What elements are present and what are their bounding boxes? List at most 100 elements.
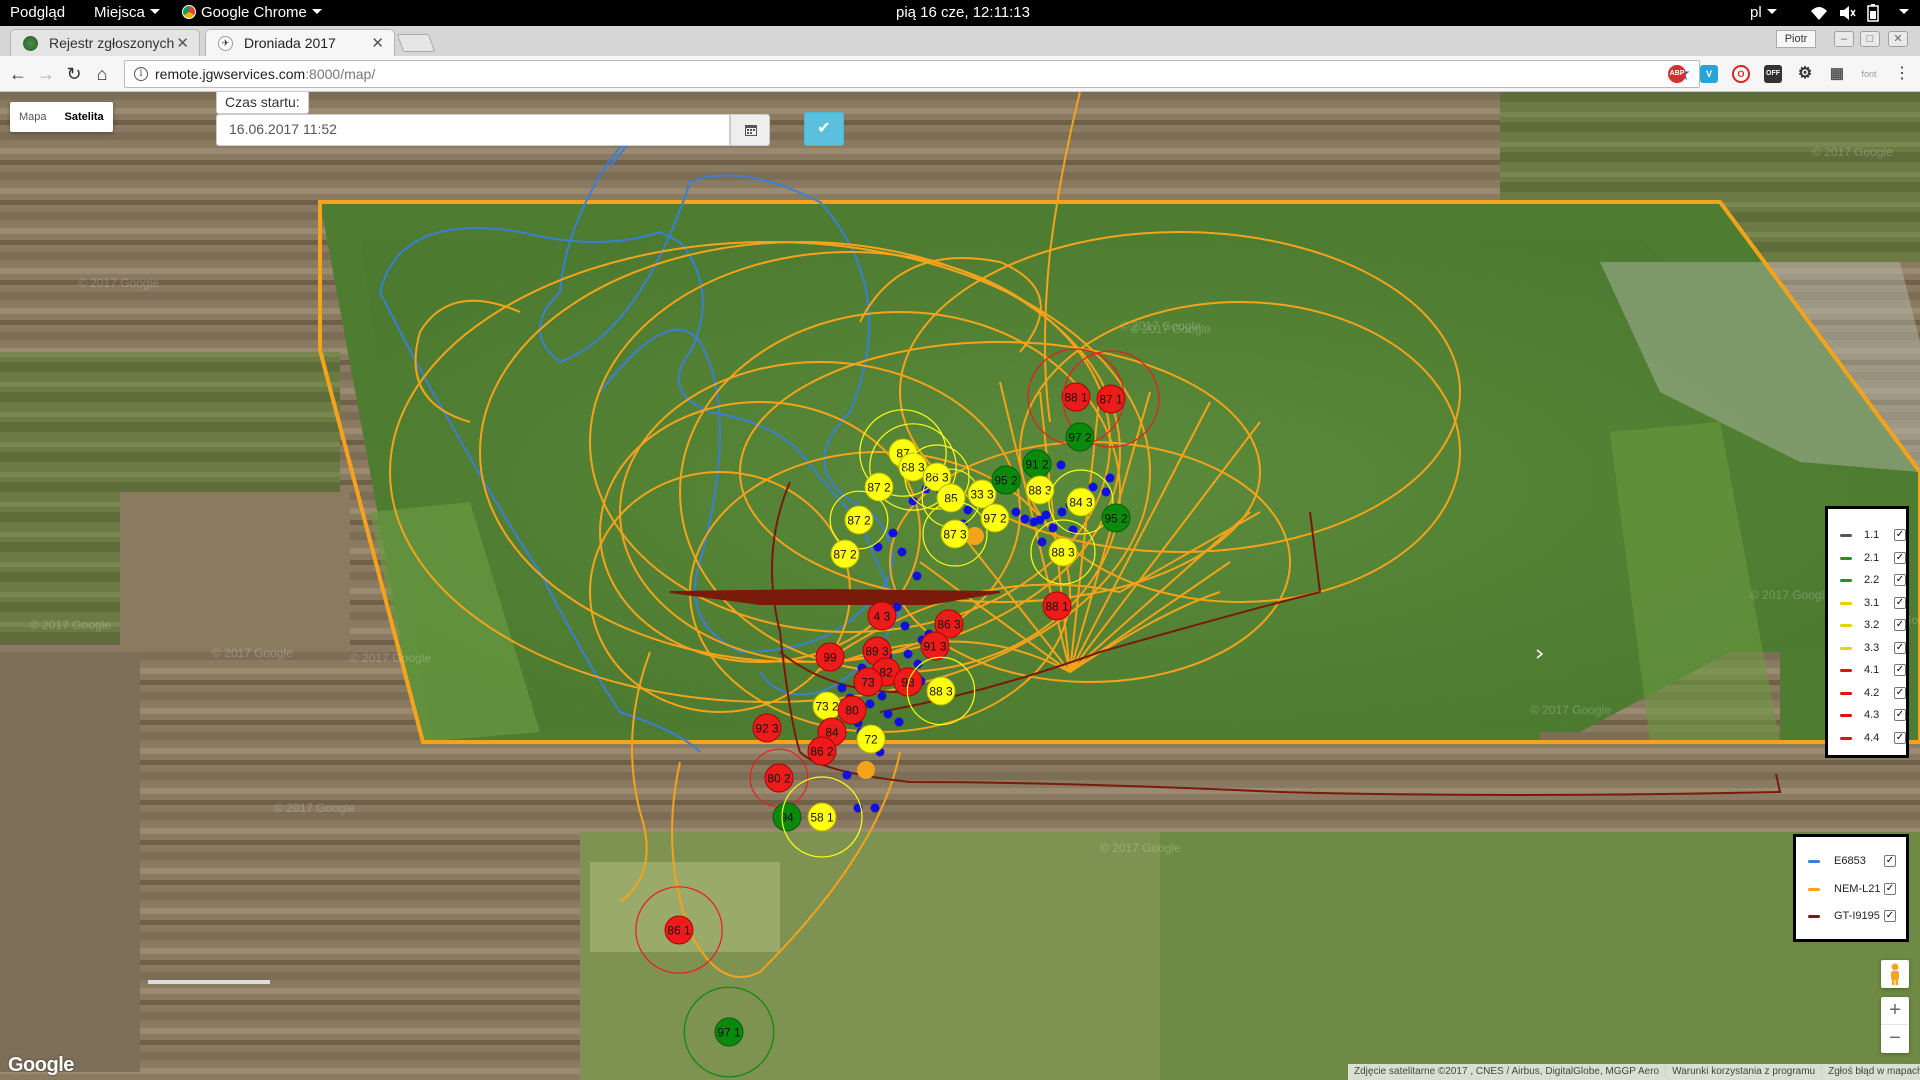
target-marker[interactable]: 88 3 xyxy=(1025,475,1055,505)
target-legend-row[interactable]: 3.2 ✓ xyxy=(1838,617,1906,637)
target-legend-row[interactable]: 3.1 ✓ xyxy=(1838,595,1906,615)
legend-checkbox[interactable]: ✓ xyxy=(1894,709,1906,721)
settings-gear-icon[interactable]: ⚙ xyxy=(1796,65,1814,83)
activities-button[interactable]: Podgląd xyxy=(10,4,65,21)
zoom-out-button[interactable]: − xyxy=(1881,1025,1909,1053)
drone-legend-row[interactable]: NEM-L21 ✓ xyxy=(1806,881,1896,901)
target-marker[interactable]: 87 2 xyxy=(864,472,894,502)
address-bar[interactable]: i remote.jgwservices.com:8000/map/ ★ xyxy=(124,60,1700,88)
clock[interactable]: pią 16 cze, 12:11:13 xyxy=(896,4,1030,21)
off-extension-icon[interactable]: OFF xyxy=(1764,65,1782,83)
window-extension-icon[interactable]: ▦ xyxy=(1828,65,1846,83)
target-legend-row[interactable]: 1.1 ✓ xyxy=(1838,527,1906,547)
target-legend-row[interactable]: 4.2 ✓ xyxy=(1838,685,1906,705)
trackpoint-dot xyxy=(1011,507,1021,517)
chrome-menu-icon[interactable]: ⋮ xyxy=(1890,62,1914,86)
target-marker[interactable]: 86 2 xyxy=(807,736,837,766)
target-marker[interactable]: 73 xyxy=(853,667,883,697)
maximize-button[interactable]: □ xyxy=(1860,31,1880,47)
legend-checkbox[interactable]: ✓ xyxy=(1884,910,1896,922)
new-tab-button[interactable] xyxy=(396,34,436,52)
target-marker[interactable]: 4 3 xyxy=(867,601,897,631)
target-marker[interactable]: 94 xyxy=(772,802,802,832)
tab-rejestr[interactable]: Rejestr zgłoszonych ✕ xyxy=(10,29,200,56)
legend-checkbox[interactable]: ✓ xyxy=(1894,664,1906,676)
target-legend-row[interactable]: 2.1 ✓ xyxy=(1838,550,1906,570)
street-view-pegman[interactable] xyxy=(1881,960,1909,988)
battery-icon[interactable] xyxy=(1866,3,1880,23)
confirm-button[interactable]: ✔ xyxy=(804,112,844,146)
target-legend-row[interactable]: 4.3 ✓ xyxy=(1838,707,1906,727)
close-icon[interactable]: ✕ xyxy=(176,34,189,52)
system-menu[interactable] xyxy=(1894,4,1909,21)
info-icon[interactable]: i xyxy=(134,67,148,81)
app-menu[interactable]: Google Chrome xyxy=(182,4,322,21)
reload-button[interactable]: ↻ xyxy=(62,62,86,86)
target-marker[interactable]: 95 2 xyxy=(991,465,1021,495)
legend-label: NEM-L21 xyxy=(1834,882,1881,895)
legend-checkbox[interactable]: ✓ xyxy=(1884,855,1896,867)
forward-button[interactable]: → xyxy=(34,62,58,86)
target-marker[interactable]: 92 3 xyxy=(752,713,782,743)
font-extension-icon[interactable]: font xyxy=(1860,65,1878,83)
target-marker[interactable]: 97 2 xyxy=(980,503,1010,533)
trackpoint-dot xyxy=(1101,487,1111,497)
home-button[interactable]: ⌂ xyxy=(90,62,114,86)
zoom-in-button[interactable]: + xyxy=(1881,997,1909,1025)
drone-legend-row[interactable]: GT-I9195 ✓ xyxy=(1806,908,1896,928)
back-button[interactable]: ← xyxy=(6,62,30,86)
target-marker[interactable]: 91 3 xyxy=(920,631,950,661)
opera-icon[interactable]: O xyxy=(1732,65,1750,83)
places-menu[interactable]: Miejsca xyxy=(94,4,160,21)
target-legend-row[interactable]: 3.3 ✓ xyxy=(1838,640,1906,660)
start-time-input[interactable]: 16.06.2017 11:52 xyxy=(216,114,730,146)
map-canvas[interactable]: 88 1 87 197 28788 386 387 285 33 391 295 2… xyxy=(0,92,1920,1080)
legend-checkbox[interactable]: ✓ xyxy=(1894,686,1906,699)
terms-link[interactable]: Warunki korzystania z programu xyxy=(1665,1066,1822,1077)
target-marker[interactable]: 73 2 xyxy=(812,691,842,721)
wifi-icon[interactable] xyxy=(1810,3,1828,23)
target-legend-row[interactable]: 4.4 ✓ xyxy=(1838,730,1906,750)
target-marker-label: 80 xyxy=(845,704,859,718)
adblock-plus-icon[interactable]: ABP xyxy=(1668,65,1686,83)
legend-label: 3.2 xyxy=(1864,619,1880,631)
vimium-icon[interactable]: V xyxy=(1700,65,1718,83)
legend-checkbox[interactable]: ✓ xyxy=(1884,882,1896,895)
target-legend-row[interactable]: 2.2 ✓ xyxy=(1838,572,1906,592)
minimize-button[interactable]: – xyxy=(1834,31,1854,47)
keyboard-layout-menu[interactable]: pl xyxy=(1750,4,1777,21)
tab-droniada[interactable]: ✈ Droniada 2017 ✕ xyxy=(205,29,395,56)
drone-legend-row[interactable]: E6853 ✓ xyxy=(1806,853,1896,873)
target-legend-row[interactable]: 4.1 ✓ xyxy=(1838,662,1906,682)
legend-label: E6853 xyxy=(1834,855,1866,867)
target-marker[interactable]: 99 xyxy=(815,642,845,672)
legend-checkbox[interactable]: ✓ xyxy=(1894,551,1906,564)
target-marker-label: 58 1 xyxy=(810,811,834,825)
satellite-map[interactable]: 88 1 87 1 97 2 87 88 3 86 3 87 2 85 33 3 91 2 95 2… xyxy=(0,92,1920,1080)
calendar-button[interactable] xyxy=(730,114,770,146)
target-marker[interactable]: 88 1 xyxy=(1042,591,1072,621)
legend-checkbox[interactable]: ✓ xyxy=(1894,731,1906,744)
map-type-satellite-button[interactable]: Satelita xyxy=(56,102,113,132)
legend-checkbox[interactable]: ✓ xyxy=(1894,529,1906,541)
target-marker[interactable]: 80 xyxy=(837,695,867,725)
target-marker[interactable]: 72 xyxy=(856,724,886,754)
profile-button[interactable]: Piotr xyxy=(1776,30,1816,48)
legend-checkbox[interactable]: ✓ xyxy=(1894,619,1906,631)
target-marker[interactable]: 33 3 xyxy=(967,479,997,509)
window-close-button[interactable]: ✕ xyxy=(1888,31,1908,47)
calendar-icon xyxy=(745,125,757,136)
volume-muted-icon[interactable] xyxy=(1838,3,1856,23)
legend-checkbox[interactable]: ✓ xyxy=(1894,641,1906,654)
target-marker-label: 91 2 xyxy=(1025,458,1049,472)
target-marker[interactable]: 91 2 xyxy=(1022,449,1052,479)
map-type-map-button[interactable]: Mapa xyxy=(10,102,56,132)
report-error-link[interactable]: Zgłoś błąd w mapach xyxy=(1821,1066,1920,1077)
target-marker[interactable]: 95 2 xyxy=(1101,503,1131,533)
close-icon[interactable]: ✕ xyxy=(371,34,384,52)
target-marker-label: 73 xyxy=(861,676,875,690)
legend-checkbox[interactable]: ✓ xyxy=(1894,596,1906,609)
legend-checkbox[interactable]: ✓ xyxy=(1894,574,1906,586)
target-marker[interactable]: 97 2 xyxy=(1065,422,1095,452)
target-marker[interactable]: 87 2 xyxy=(830,539,860,569)
